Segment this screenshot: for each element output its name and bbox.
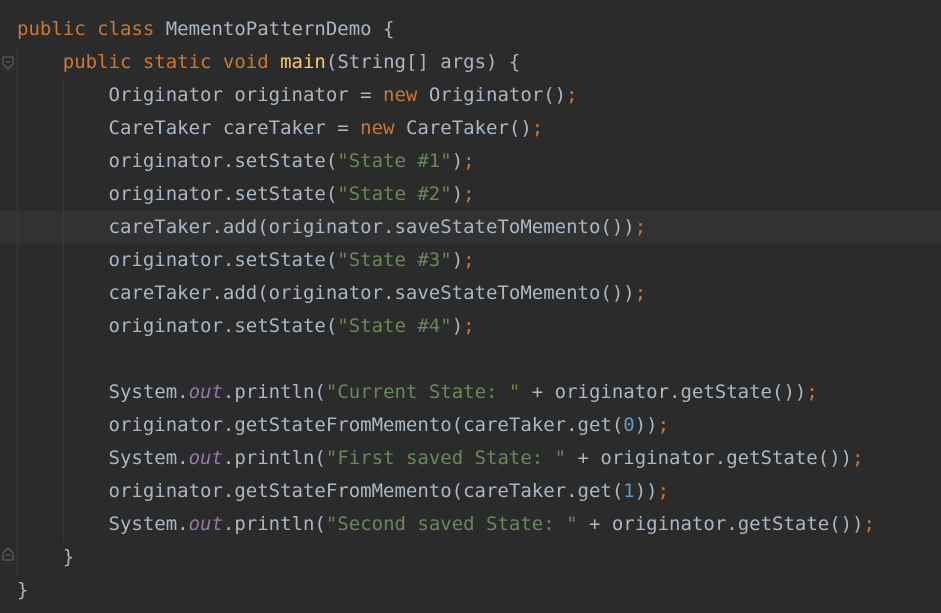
code-token: out bbox=[188, 513, 223, 535]
code-line[interactable]: public static void main(String[] args) { bbox=[17, 46, 875, 79]
code-token: 0 bbox=[623, 414, 635, 436]
code-token: ; bbox=[531, 117, 544, 139]
code-token: System. bbox=[17, 513, 189, 535]
code-line[interactable]: originator.setState("State #2"); bbox=[17, 178, 875, 211]
code-token: main bbox=[280, 51, 326, 73]
code-line[interactable]: originator.getStateFromMemento(careTaker… bbox=[17, 475, 875, 508]
code-token: ; bbox=[657, 480, 670, 502]
fold-end-icon[interactable] bbox=[2, 547, 14, 561]
code-token: 1 bbox=[623, 480, 635, 502]
code-token: new bbox=[360, 117, 406, 139]
fold-collapse-icon[interactable] bbox=[2, 56, 14, 70]
code-line[interactable]: } bbox=[17, 574, 875, 607]
code-line[interactable]: originator.setState("State #3"); bbox=[17, 244, 875, 277]
code-line[interactable]: originator.setState("State #1"); bbox=[17, 145, 875, 178]
code-token: ; bbox=[852, 447, 864, 469]
source-code[interactable]: public class MementoPatternDemo { public… bbox=[17, 13, 875, 607]
code-editor[interactable]: public class MementoPatternDemo { public… bbox=[0, 0, 941, 613]
code-token: + originator.getState()) bbox=[520, 381, 807, 403]
code-token: originator.setState( bbox=[17, 249, 338, 271]
code-token: careTaker.add(originator.saveStateToMeme… bbox=[17, 216, 635, 238]
code-token: ; bbox=[463, 183, 475, 205]
code-token: .println( bbox=[222, 381, 326, 403]
code-line[interactable]: CareTaker careTaker = new CareTaker(); bbox=[17, 112, 875, 145]
code-token: originator.getStateFromMemento(careTaker… bbox=[17, 414, 624, 436]
code-token: out bbox=[188, 381, 223, 403]
code-token: .println( bbox=[222, 447, 326, 469]
code-token: new bbox=[383, 84, 429, 106]
code-token: ) bbox=[451, 183, 464, 205]
code-token: "State #2" bbox=[337, 183, 452, 205]
code-token: Originator originator = bbox=[17, 84, 384, 106]
code-token: ; bbox=[463, 150, 475, 172]
code-line[interactable]: originator.setState("State #4"); bbox=[17, 310, 875, 343]
code-token: ; bbox=[463, 249, 475, 271]
code-line[interactable]: originator.getStateFromMemento(careTaker… bbox=[17, 409, 875, 442]
code-token: MementoPatternDemo { bbox=[165, 18, 395, 40]
code-token: ; bbox=[463, 315, 475, 337]
code-token: ; bbox=[657, 414, 670, 436]
code-token: originator.getStateFromMemento(careTaker… bbox=[17, 480, 624, 502]
code-token: } bbox=[17, 546, 75, 568]
code-token: (String[] args) { bbox=[325, 51, 521, 73]
code-token: careTaker.add(originator.saveStateToMeme… bbox=[17, 282, 635, 304]
code-token: originator.setState( bbox=[17, 183, 338, 205]
code-token: + originator.getState()) bbox=[577, 513, 864, 535]
code-token: CareTaker() bbox=[405, 117, 532, 139]
code-token: System. bbox=[17, 447, 189, 469]
code-token: public static void bbox=[62, 51, 281, 73]
code-token: ) bbox=[451, 150, 464, 172]
code-token: ) bbox=[451, 249, 464, 271]
code-token: ; bbox=[566, 84, 578, 106]
code-line[interactable]: System.out.println("Second saved State: … bbox=[17, 508, 875, 541]
code-token: .println( bbox=[222, 513, 326, 535]
code-token: "State #3" bbox=[337, 249, 452, 271]
code-token: ; bbox=[634, 216, 647, 238]
code-token: "Second saved State: " bbox=[325, 513, 578, 535]
code-token: "State #1" bbox=[337, 150, 452, 172]
code-token: ) bbox=[451, 315, 464, 337]
code-line[interactable]: System.out.println("Current State: " + o… bbox=[17, 376, 875, 409]
code-token: Originator() bbox=[428, 84, 567, 106]
code-line[interactable]: public class MementoPatternDemo { bbox=[17, 13, 875, 46]
code-token: )) bbox=[634, 414, 658, 436]
code-token: ; bbox=[863, 513, 875, 535]
code-token: } bbox=[17, 579, 29, 601]
code-line[interactable]: Originator originator = new Originator()… bbox=[17, 79, 875, 112]
code-token: ; bbox=[806, 381, 818, 403]
code-token: + originator.getState()) bbox=[566, 447, 853, 469]
code-line[interactable]: ​ bbox=[17, 343, 875, 376]
code-line[interactable]: careTaker.add(originator.saveStateToMeme… bbox=[17, 211, 875, 244]
code-token: originator.setState( bbox=[17, 150, 338, 172]
editor-gutter[interactable] bbox=[0, 0, 16, 613]
code-token: System. bbox=[17, 381, 189, 403]
code-token: ; bbox=[634, 282, 647, 304]
code-token: "State #4" bbox=[337, 315, 452, 337]
code-line[interactable]: careTaker.add(originator.saveStateToMeme… bbox=[17, 277, 875, 310]
code-line[interactable]: } bbox=[17, 541, 875, 574]
code-token: "Current State: " bbox=[325, 381, 521, 403]
code-token: "First saved State: " bbox=[325, 447, 567, 469]
code-line[interactable]: System.out.println("First saved State: "… bbox=[17, 442, 875, 475]
code-token: originator.setState( bbox=[17, 315, 338, 337]
code-token: )) bbox=[634, 480, 658, 502]
code-token: public class bbox=[17, 18, 166, 40]
code-token: out bbox=[188, 447, 223, 469]
code-token: CareTaker careTaker = bbox=[17, 117, 361, 139]
